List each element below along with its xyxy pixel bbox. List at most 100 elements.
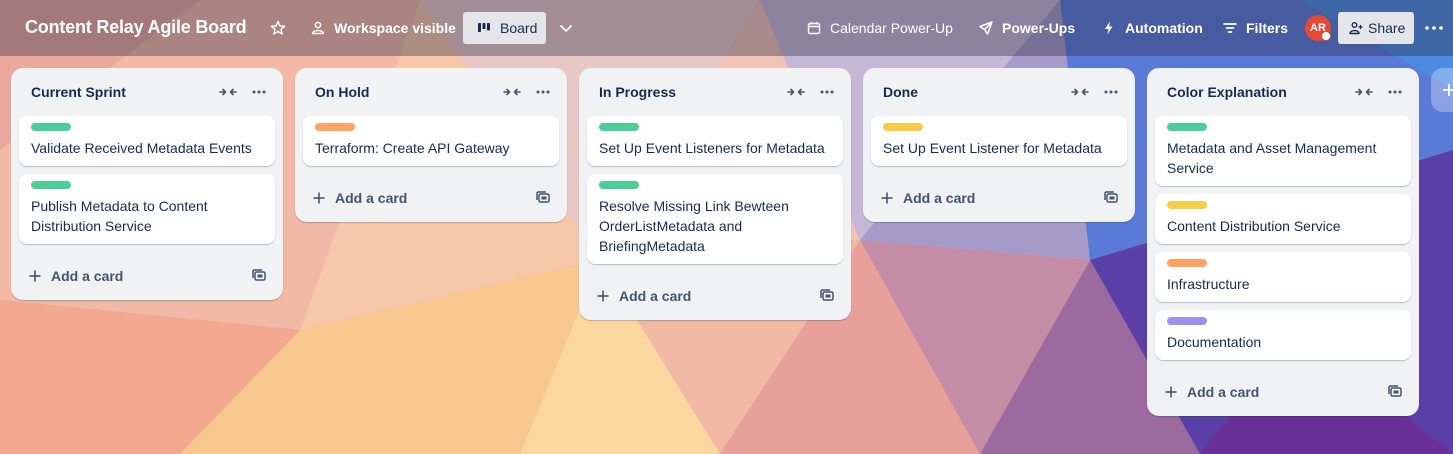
filters-button[interactable]: Filters xyxy=(1222,12,1288,44)
add-list-button[interactable] xyxy=(1431,68,1453,112)
list-title[interactable]: Done xyxy=(883,84,918,100)
add-card-label: Add a card xyxy=(51,268,124,284)
card[interactable]: Publish Metadata to Content Distribution… xyxy=(19,174,275,244)
board-view-label: Board xyxy=(500,20,538,36)
plus-icon xyxy=(1441,82,1453,98)
add-card-label: Add a card xyxy=(1187,384,1260,400)
list-title[interactable]: On Hold xyxy=(315,84,369,100)
list-header: Done xyxy=(863,68,1135,116)
list-actions-icon[interactable] xyxy=(1387,82,1403,102)
filters-label: Filters xyxy=(1246,20,1289,36)
card-label[interactable] xyxy=(1167,259,1207,267)
powerups-button[interactable]: Power-Ups xyxy=(978,12,1075,44)
star-button[interactable] xyxy=(268,12,288,44)
card-title: Validate Received Metadata Events xyxy=(31,140,252,156)
collapse-list-icon[interactable] xyxy=(787,84,805,100)
list-column[interactable]: Done Set Up Event Listener for Metadata Ad… xyxy=(863,68,1135,222)
rocket-icon xyxy=(978,20,994,36)
list-column[interactable]: In Progress Set Up Event Listeners for Me… xyxy=(579,68,851,320)
powerups-label: Power-Ups xyxy=(1002,20,1076,36)
add-card-label: Add a card xyxy=(619,288,692,304)
card-list: Set Up Event Listeners for Metadata Resol… xyxy=(579,116,851,264)
collapse-list-icon[interactable] xyxy=(503,84,521,100)
card-label[interactable] xyxy=(1167,317,1207,325)
list-actions-icon[interactable] xyxy=(251,82,267,102)
collapse-list-icon[interactable] xyxy=(1355,84,1373,100)
card-label[interactable] xyxy=(315,123,355,131)
card-label[interactable] xyxy=(599,181,639,189)
card-list: Terraform: Create API Gateway xyxy=(295,116,567,166)
more-horizontal-icon xyxy=(1425,26,1443,30)
automation-label: Automation xyxy=(1125,20,1203,36)
list-title[interactable]: Color Explanation xyxy=(1167,84,1287,100)
star-icon xyxy=(270,20,286,36)
board-title[interactable]: Content Relay Agile Board xyxy=(25,17,247,38)
card-title: Metadata and Asset Management Service xyxy=(1167,140,1377,176)
card-label[interactable] xyxy=(883,123,923,131)
calendar-powerup-label: Calendar Power-Up xyxy=(830,20,953,36)
card-template-icon[interactable] xyxy=(535,190,551,206)
card[interactable]: Content Distribution Service xyxy=(1155,194,1411,244)
card-template-icon[interactable] xyxy=(251,268,267,284)
add-card-button[interactable]: Add a card xyxy=(311,182,407,214)
chevron-down-icon xyxy=(558,20,574,36)
card-label[interactable] xyxy=(31,123,71,131)
list-footer: Add a card xyxy=(863,174,1135,222)
add-card-button[interactable]: Add a card xyxy=(1163,376,1259,408)
calendar-powerup-button[interactable]: Calendar Power-Up xyxy=(806,12,953,44)
add-card-button[interactable]: Add a card xyxy=(595,280,691,312)
card[interactable]: Terraform: Create API Gateway xyxy=(303,116,559,166)
card-title: Set Up Event Listeners for Metadata xyxy=(599,140,825,156)
add-card-button[interactable]: Add a card xyxy=(879,182,975,214)
list-actions-icon[interactable] xyxy=(535,82,551,102)
add-person-icon xyxy=(1349,21,1363,35)
list-column[interactable]: On Hold Terraform: Create API Gateway Add … xyxy=(295,68,567,222)
add-card-button[interactable]: Add a card xyxy=(27,260,123,292)
card[interactable]: Metadata and Asset Management Service xyxy=(1155,116,1411,186)
plus-icon xyxy=(27,268,43,284)
card-label[interactable] xyxy=(1167,123,1207,131)
admin-badge-icon xyxy=(1321,31,1331,41)
visibility-button[interactable]: Workspace visible xyxy=(310,12,456,44)
share-button[interactable]: Share xyxy=(1338,12,1414,44)
list-column[interactable]: Color Explanation Metadata and Asset Mana… xyxy=(1147,68,1419,416)
list-title[interactable]: Current Sprint xyxy=(31,84,126,100)
collapse-list-icon[interactable] xyxy=(219,84,237,100)
lightning-icon xyxy=(1101,20,1117,36)
automation-button[interactable]: Automation xyxy=(1101,12,1203,44)
list-title[interactable]: In Progress xyxy=(599,84,676,100)
card-template-icon[interactable] xyxy=(1387,384,1403,400)
card-title: Infrastructure xyxy=(1167,276,1250,292)
card-label[interactable] xyxy=(31,181,71,189)
card[interactable]: Infrastructure xyxy=(1155,252,1411,302)
card[interactable]: Set Up Event Listeners for Metadata xyxy=(587,116,843,166)
view-switcher-button[interactable] xyxy=(556,12,576,44)
list-header: In Progress xyxy=(579,68,851,116)
card[interactable]: Set Up Event Listener for Metadata xyxy=(871,116,1127,166)
board-icon xyxy=(476,20,492,36)
calendar-icon xyxy=(806,20,822,36)
list-header: Current Sprint xyxy=(11,68,283,116)
card-title: Publish Metadata to Content Distribution… xyxy=(31,198,208,234)
card[interactable]: Resolve Missing Link Bewteen OrderListMe… xyxy=(587,174,843,264)
plus-icon xyxy=(595,288,611,304)
visibility-label: Workspace visible xyxy=(334,20,456,36)
collapse-list-icon[interactable] xyxy=(1071,84,1089,100)
list-footer: Add a card xyxy=(295,174,567,222)
card[interactable]: Documentation xyxy=(1155,310,1411,360)
card[interactable]: Validate Received Metadata Events xyxy=(19,116,275,166)
board-menu-button[interactable] xyxy=(1424,12,1444,44)
card-title: Documentation xyxy=(1167,334,1262,350)
card-label[interactable] xyxy=(1167,201,1207,209)
card-template-icon[interactable] xyxy=(819,288,835,304)
card-template-icon[interactable] xyxy=(1103,190,1119,206)
card-label[interactable] xyxy=(599,123,639,131)
list-column[interactable]: Current Sprint Validate Received Metadata… xyxy=(11,68,283,300)
filter-icon xyxy=(1222,20,1238,36)
board-view-button[interactable]: Board xyxy=(463,12,546,44)
plus-icon xyxy=(879,190,895,206)
list-actions-icon[interactable] xyxy=(819,82,835,102)
list-actions-icon[interactable] xyxy=(1103,82,1119,102)
people-icon xyxy=(310,20,326,36)
card-title: Content Distribution Service xyxy=(1167,218,1341,234)
